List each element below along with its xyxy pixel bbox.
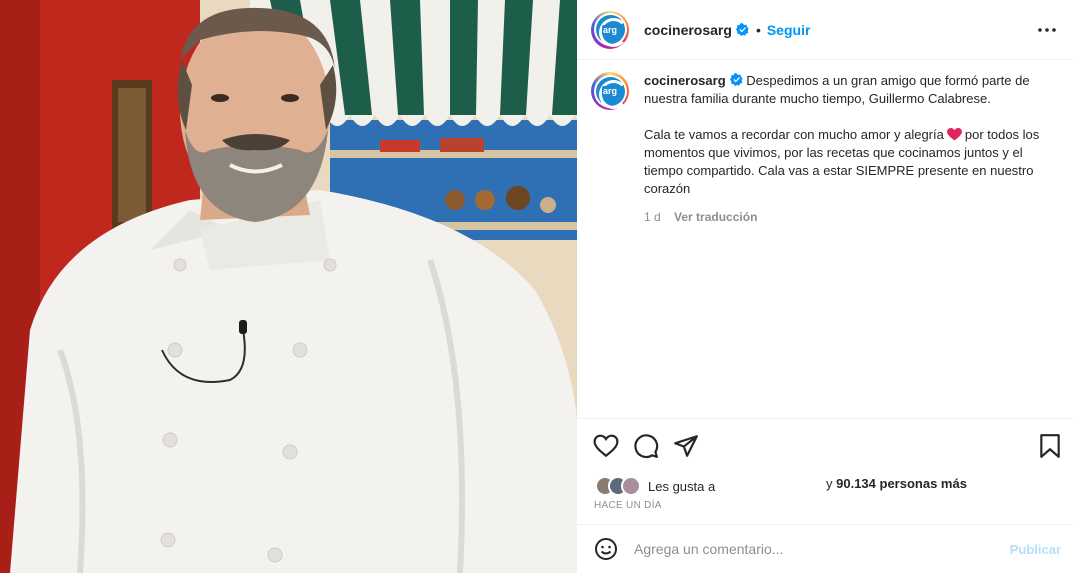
caption-username[interactable]: cocinerosarg	[644, 73, 726, 88]
likes-count[interactable]: 90.134 personas más	[836, 476, 967, 491]
chef-photo-illustration	[0, 0, 577, 573]
verified-badge-icon	[735, 23, 749, 36]
separator-dot: •	[755, 21, 761, 38]
post-header: arg cocinerosarg • Seguir	[577, 0, 1073, 60]
verified-badge-icon	[729, 73, 743, 86]
translate-link[interactable]: Ver traducción	[674, 210, 757, 224]
post-photo[interactable]	[0, 0, 577, 573]
posted-ago: HACE UN DÍA	[594, 500, 662, 511]
caption-line-2a: Cala te vamos a recordar con mucho amor …	[644, 127, 944, 142]
publish-button[interactable]: Publicar	[1010, 542, 1061, 557]
liker-avatar[interactable]	[621, 476, 641, 496]
header-username[interactable]: cocinerosarg	[644, 22, 732, 38]
caption-avatar[interactable]: arg	[591, 72, 629, 110]
follow-button[interactable]: Seguir	[767, 22, 811, 38]
avatar[interactable]: arg	[591, 10, 629, 49]
action-bar: Les gusta a y 90.134 personas más HACE U…	[577, 418, 1073, 528]
caption-text: cocinerosarg Despedimos a un gran amigo …	[644, 72, 1059, 216]
comment-icon[interactable]	[633, 433, 659, 459]
comment-bar: Publicar	[577, 524, 1073, 573]
more-options-icon[interactable]	[1035, 20, 1059, 40]
heart-icon[interactable]	[593, 433, 619, 459]
likes-count-prefix: y	[826, 476, 833, 491]
comment-input[interactable]	[634, 541, 994, 557]
post-caption: arg cocinerosarg Despedimos a un gran am…	[591, 72, 1061, 216]
likes-row: Les gusta a y 90.134 personas más	[595, 476, 967, 496]
share-icon[interactable]	[673, 433, 699, 459]
post-side-panel: arg cocinerosarg • Seguir arg cocinerosa…	[577, 0, 1073, 573]
emoji-icon[interactable]	[594, 537, 618, 561]
likes-prefix: Les gusta a	[648, 478, 716, 494]
heart-emoji-icon	[946, 128, 962, 141]
caption-meta: 1 d Ver traducción	[644, 210, 757, 224]
bookmark-icon[interactable]	[1037, 433, 1063, 459]
avatar-logo-text: arg	[601, 24, 618, 35]
caption-time: 1 d	[644, 210, 661, 224]
caption-avatar-logo-text: arg	[601, 86, 618, 96]
likes-count-text[interactable]: y 90.134 personas más	[826, 476, 967, 491]
